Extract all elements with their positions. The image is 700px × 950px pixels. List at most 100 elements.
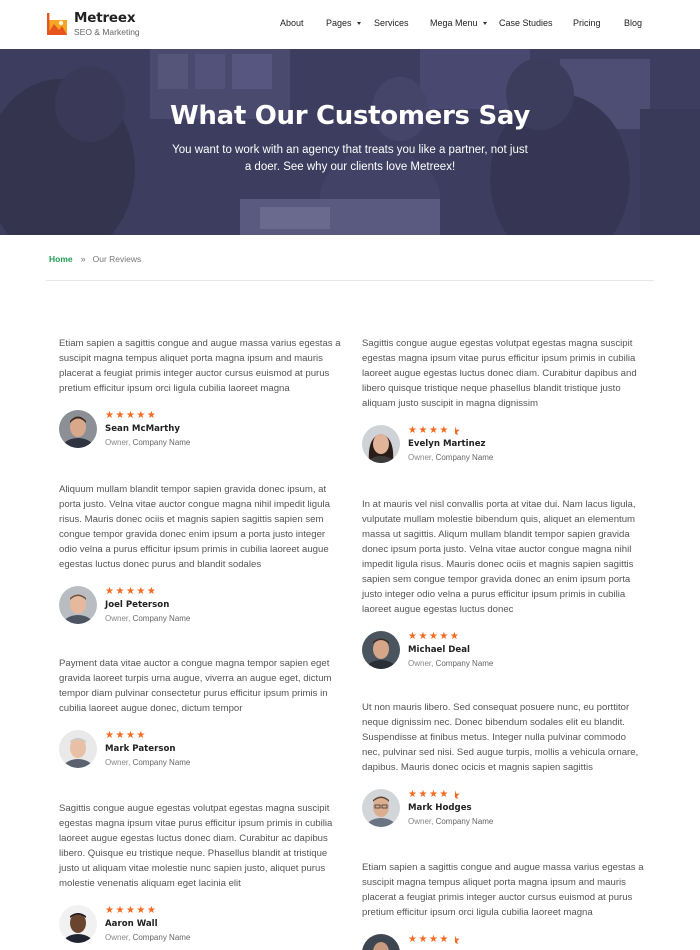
star-icon: ★	[408, 425, 417, 436]
star-icon: ★	[136, 905, 146, 916]
star-icon: ★	[105, 410, 114, 421]
star-icon: ★	[418, 425, 428, 436]
star-icon: ★	[439, 934, 449, 945]
star-icon: ★	[136, 730, 146, 741]
avatar	[362, 425, 400, 463]
review-card: Aliquum mullam blandit tempor sapien gra…	[59, 482, 341, 626]
star-half-icon	[450, 426, 460, 439]
role-label: Owner,	[105, 933, 131, 942]
star-icon: ★	[439, 789, 449, 800]
reviewer-role: Owner, Company Name	[408, 659, 493, 668]
review-text: Sagittis congue augue egestas volutpat e…	[59, 803, 333, 889]
avatar	[362, 934, 400, 950]
reviewer-name: Aaron Wall	[105, 919, 158, 929]
page-title: What Our Customers Say	[170, 101, 530, 131]
star-icon: ★	[115, 586, 125, 597]
breadcrumb-home-link[interactable]: Home	[49, 254, 73, 264]
star-icon: ★	[136, 410, 146, 421]
avatar	[59, 905, 97, 943]
breadcrumb: Home » Our Reviews	[49, 254, 141, 264]
review-author: ★ ★ ★ ★ ★ Joel Peterson Owner, Company Name	[59, 586, 341, 626]
star-icon: ★	[408, 934, 417, 945]
nav-item-mega-menu[interactable]: Mega Menu	[430, 18, 487, 28]
star-icon: ★	[125, 730, 135, 741]
company-label: Company Name	[132, 438, 191, 447]
review-author: ★ ★ ★ ★ Mark Paterson Owner, Company Name	[59, 730, 341, 770]
star-icon: ★	[105, 905, 114, 916]
role-label: Owner,	[105, 758, 131, 767]
company-label: Company Name	[132, 758, 191, 767]
star-icon: ★	[115, 410, 125, 421]
avatar	[59, 586, 97, 624]
nav-label: Case Studies	[499, 18, 553, 28]
nav-item-about[interactable]: About	[280, 18, 304, 28]
nav-item-pricing[interactable]: Pricing	[573, 18, 601, 28]
chevron-down-icon	[356, 22, 361, 26]
star-icon: ★	[439, 631, 449, 642]
reviewer-name: Sean McMarthy	[105, 424, 180, 434]
star-icon: ★	[408, 789, 417, 800]
rating-stars: ★ ★ ★ ★	[408, 935, 460, 948]
company-label: Company Name	[435, 817, 494, 826]
role-label: Owner,	[105, 438, 131, 447]
review-card: Etiam sapien a sagittis congue and augue…	[362, 860, 644, 950]
star-icon: ★	[105, 586, 114, 597]
reviewer-role: Owner, Company Name	[105, 758, 190, 767]
star-icon: ★	[115, 905, 125, 916]
breadcrumb-separator: »	[80, 254, 86, 264]
reviewer-role: Owner, Company Name	[105, 438, 190, 447]
nav-label: Services	[374, 18, 409, 28]
review-text: Ut non mauris libero. Sed consequat posu…	[362, 702, 639, 773]
star-icon: ★	[428, 934, 438, 945]
star-icon: ★	[439, 425, 449, 436]
nav-item-case-studies[interactable]: Case Studies	[499, 18, 553, 28]
reviewer-role: Owner, Company Name	[408, 453, 493, 462]
rating-stars: ★ ★ ★ ★ ★	[105, 411, 156, 421]
review-author: ★ ★ ★ ★	[362, 934, 644, 950]
avatar	[59, 730, 97, 768]
star-icon: ★	[125, 905, 135, 916]
rating-stars: ★ ★ ★ ★ ★	[105, 906, 156, 916]
nav-item-pages[interactable]: Pages	[326, 18, 361, 28]
reviewer-role: Owner, Company Name	[105, 614, 190, 623]
nav-label: Pages	[326, 18, 352, 28]
review-text: Etiam sapien a sagittis congue and augue…	[362, 862, 644, 918]
review-text: Payment data vitae auctor a congue magna…	[59, 658, 332, 714]
review-author: ★ ★ ★ ★ Evelyn Martinez Owner, Company Name	[362, 425, 644, 465]
rating-stars: ★ ★ ★ ★	[408, 426, 460, 439]
review-card: Sagittis congue augue egestas volutpat e…	[59, 801, 341, 945]
nav-item-services[interactable]: Services	[374, 18, 409, 28]
review-author: ★ ★ ★ ★ ★ Aaron Wall Owner, Company Name	[59, 905, 341, 945]
review-text: Aliquum mullam blandit tempor sapien gra…	[59, 484, 330, 570]
review-author: ★ ★ ★ ★ ★ Sean McMarthy Owner, Company Name	[59, 410, 341, 450]
avatar	[362, 789, 400, 827]
breadcrumb-current: Our Reviews	[92, 254, 142, 264]
star-icon: ★	[146, 410, 156, 421]
star-half-icon	[450, 790, 460, 803]
star-icon: ★	[428, 789, 438, 800]
site-header: Metreex SEO & Marketing About Pages Serv…	[0, 0, 700, 49]
nav-item-blog[interactable]: Blog	[624, 18, 642, 28]
star-icon: ★	[125, 410, 135, 421]
star-icon: ★	[418, 631, 428, 642]
hero-banner: What Our Customers Say You want to work …	[0, 49, 700, 235]
star-icon: ★	[449, 631, 459, 642]
company-label: Company Name	[435, 453, 494, 462]
review-card: In at mauris vel nisl convallis porta at…	[362, 497, 644, 671]
reviewer-name: Mark Hodges	[408, 803, 472, 813]
review-author: ★ ★ ★ ★ Mark Hodges Owner, Company Name	[362, 789, 644, 829]
avatar	[362, 631, 400, 669]
reviewer-role: Owner, Company Name	[408, 817, 493, 826]
rating-stars: ★ ★ ★ ★	[408, 790, 460, 803]
company-label: Company Name	[132, 933, 191, 942]
review-author: ★ ★ ★ ★ ★ Michael Deal Owner, Company Name	[362, 631, 644, 671]
reviewer-name: Joel Peterson	[105, 600, 170, 610]
main-nav: About Pages Services Mega Menu Case Stud…	[0, 18, 700, 32]
review-text: In at mauris vel nisl convallis porta at…	[362, 499, 636, 615]
role-label: Owner,	[105, 614, 131, 623]
review-card: Etiam sapien a sagittis congue and augue…	[59, 336, 341, 450]
rating-stars: ★ ★ ★ ★ ★	[408, 632, 459, 642]
review-text: Sagittis congue augue egestas volutpat e…	[362, 338, 637, 409]
review-card: Payment data vitae auctor a congue magna…	[59, 656, 341, 770]
company-label: Company Name	[435, 659, 494, 668]
